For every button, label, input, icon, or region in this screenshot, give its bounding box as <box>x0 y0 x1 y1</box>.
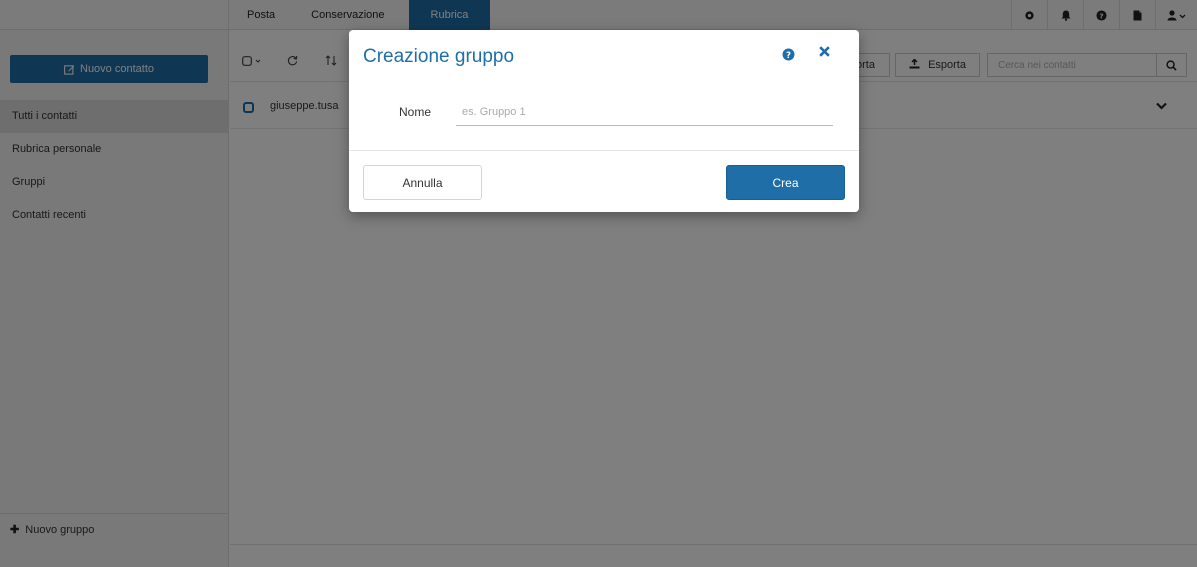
group-name-input[interactable] <box>456 98 833 126</box>
svg-text:?: ? <box>786 51 791 61</box>
group-name-label: Nome <box>399 105 432 119</box>
help-icon[interactable]: ? <box>782 48 795 64</box>
dialog-divider <box>349 150 859 151</box>
close-icon[interactable] <box>818 45 831 61</box>
dialog-title: Creazione gruppo <box>363 46 515 67</box>
cancel-button[interactable]: Annulla <box>363 165 482 200</box>
create-group-dialog: Creazione gruppo ? Nome Annulla Crea <box>349 30 859 212</box>
create-button[interactable]: Crea <box>726 165 845 200</box>
